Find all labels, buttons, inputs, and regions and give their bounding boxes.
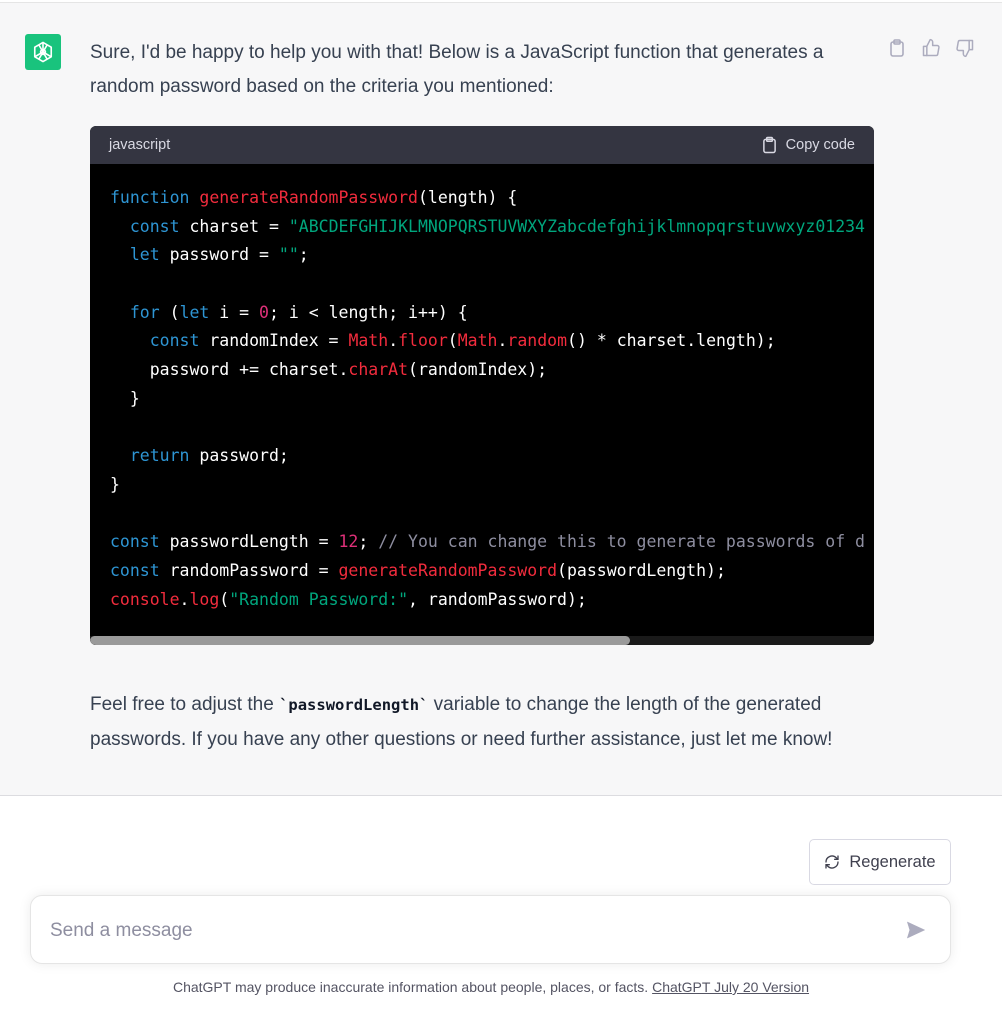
code-token: . [179,589,190,609]
version-link[interactable]: ChatGPT July 20 Version [652,979,809,995]
copy-code-label: Copy code [785,137,855,153]
code-token: } [110,388,140,408]
code-line: } [110,385,865,414]
chatgpt-avatar-icon [25,34,61,70]
code-token: log [189,589,220,609]
message-input[interactable] [50,916,870,946]
code-token: const [110,560,160,580]
refresh-icon [825,855,840,869]
thumbs-up-icon[interactable] [920,37,942,59]
code-header: javascript Copy code [90,126,874,164]
code-line: const passwordLength = 12; // You can ch… [110,528,865,557]
code-token: function [110,188,190,207]
send-button[interactable] [905,919,929,943]
code-block: javascript Copy code function generateRa… [90,126,874,645]
code-line: for (let i = 0; i < length; i++) { [110,299,865,328]
code-token: random [507,331,568,351]
code-token: const [149,331,200,351]
clipboard-icon [762,136,776,154]
code-token: let [129,245,160,265]
code-token: ; i < length; i++) { [268,302,468,322]
code-token: console [110,589,180,609]
copy-code-button[interactable]: Copy code [762,136,855,154]
code-token: } [110,474,120,494]
code-token: (length) { [417,188,518,207]
code-line: function generateRandomPassword(length) … [110,184,865,213]
code-token: generateRandomPassword [199,188,418,207]
code-token: 12 [338,532,359,552]
code-token: () * charset.length); [567,331,776,351]
code-token: Math [457,331,498,351]
code-body: function generateRandomPassword(length) … [90,164,874,645]
code-token: ( [447,331,458,351]
code-token: // You can change this to generate passw… [378,532,865,552]
code-token: , randomPassword); [408,589,587,609]
send-icon [906,921,926,939]
horizontal-scrollbar[interactable] [90,636,874,645]
code-line: return password; [110,442,865,471]
code-token: "" [278,245,299,265]
disclaimer: ChatGPT may produce inaccurate informati… [0,979,982,995]
outro-prefix: Feel free to adjust the [90,694,280,715]
scrollbar-thumb[interactable] [90,636,630,645]
clipboard-icon[interactable] [886,37,908,59]
code-token: let [179,302,210,322]
code-token: charset = [179,216,289,236]
code-token: ( [159,302,180,322]
code-line: const randomIndex = Math.floor(Math.rand… [110,327,865,356]
code-line: password += charset.charAt(randomIndex); [110,356,865,385]
message-intro-text: Sure, I'd be happy to help you with that… [90,42,824,97]
code-token: passwordLength = [159,532,339,552]
code-token: . [388,331,399,351]
code-line: } [110,471,865,500]
code-token: const [110,532,160,552]
code-token: generateRandomPassword [338,560,558,580]
code-token: ( [219,589,230,609]
assistant-message: Sure, I'd be happy to help you with that… [0,2,1002,796]
regenerate-button[interactable]: Regenerate [809,839,951,885]
code-token: "Random Password:" [229,589,409,609]
code-token: "ABCDEFGHIJKLMNOPQRSTUVWXYZabcdefghijklm… [288,216,865,236]
code-token: . [497,331,508,351]
code-token: ; [298,245,309,265]
code-token: 0 [259,302,269,322]
inline-code-password-length: `passwordLength` [279,696,429,714]
thumbs-down-icon[interactable] [954,37,976,59]
regenerate-label: Regenerate [849,852,936,871]
code-token: password; [189,446,289,466]
code-line: let password = ""; [110,241,865,270]
code-token: password += charset. [110,360,349,380]
code-token: const [129,216,180,236]
code-line: console.log("Random Password:", randomPa… [110,586,865,615]
code-token: charAt [348,360,409,380]
code-token: randomPassword = [159,560,339,580]
code-token: Math [348,331,389,351]
code-token: password = [159,245,279,265]
code-line: const randomPassword = generateRandomPas… [110,557,865,586]
composer [30,895,951,964]
code-token: (randomIndex); [408,360,548,380]
code-content: function generateRandomPassword(length) … [110,184,865,614]
code-token: return [129,446,190,466]
code-token: floor [398,331,448,351]
code-token: ; [358,532,379,552]
code-token: randomIndex = [199,331,349,351]
message-outro-text: Feel free to adjust the `passwordLength`… [90,688,870,756]
code-line: const charset = "ABCDEFGHIJKLMNOPQRSTUVW… [110,213,865,242]
code-language-label: javascript [109,137,171,153]
code-token: i = [209,302,260,322]
code-token: for [129,302,160,322]
code-token: (passwordLength); [557,560,726,580]
disclaimer-text: ChatGPT may produce inaccurate informati… [172,979,653,995]
message-actions [886,37,976,59]
